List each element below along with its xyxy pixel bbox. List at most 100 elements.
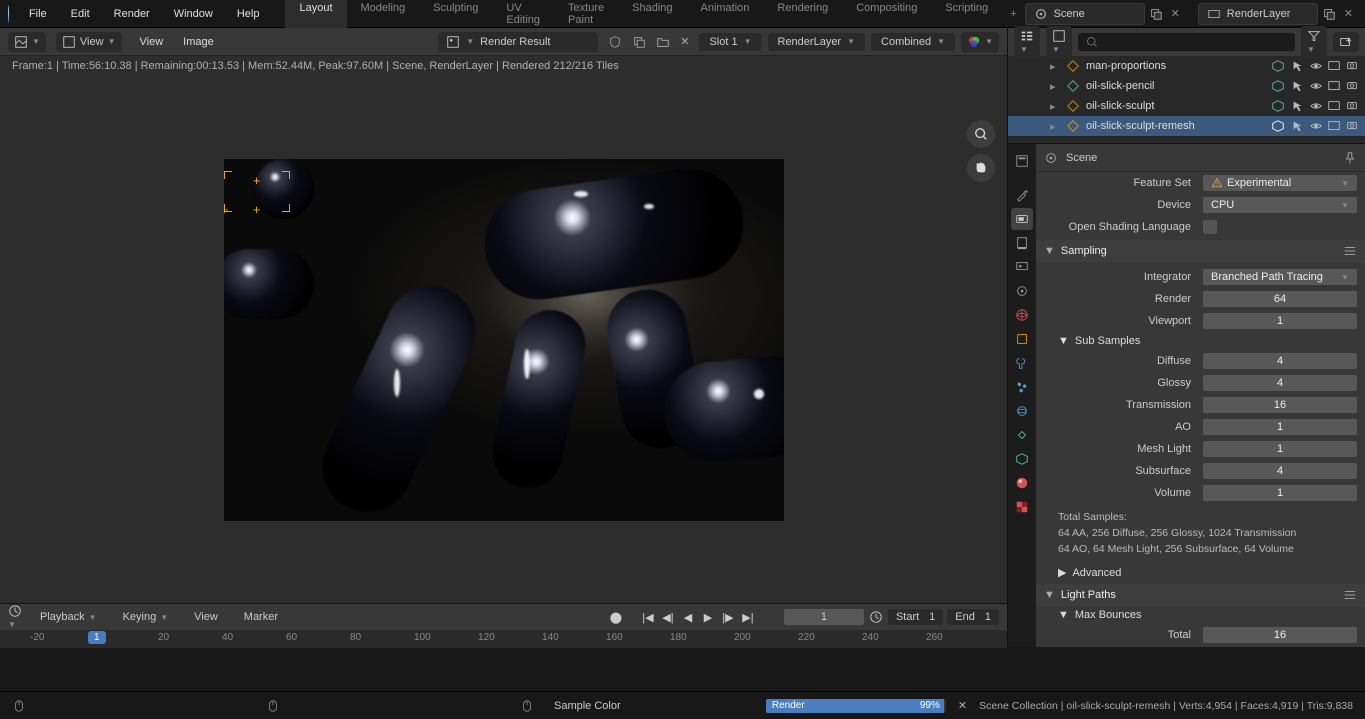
- blender-logo[interactable]: [8, 5, 9, 23]
- vp-menu-view[interactable]: View: [132, 33, 172, 51]
- prop-tab-physics[interactable]: [1011, 400, 1033, 422]
- workspace-tab-uv[interactable]: UV Editing: [492, 0, 554, 32]
- open-image-icon[interactable]: [656, 35, 670, 49]
- visibility-toggle-icon[interactable]: [1309, 59, 1323, 73]
- prop-tab-texture[interactable]: [1011, 496, 1033, 518]
- add-workspace-button[interactable]: +: [1002, 4, 1024, 24]
- playback-menu[interactable]: Playback▼: [32, 608, 105, 626]
- pin-icon[interactable]: [1343, 151, 1357, 165]
- diffuse-samples-field[interactable]: 4: [1203, 353, 1357, 369]
- object-name[interactable]: oil-slick-sculpt-remesh: [1086, 120, 1265, 132]
- scene-new-icon[interactable]: [1149, 7, 1163, 21]
- maxbounces-panel-header[interactable]: ▼Max Bounces: [1036, 606, 1365, 624]
- prop-tab-modifiers[interactable]: [1011, 352, 1033, 374]
- prop-tab-viewlayer[interactable]: [1011, 256, 1033, 278]
- zoom-gizmo[interactable]: [967, 120, 995, 148]
- selectable-toggle-icon[interactable]: [1291, 119, 1305, 133]
- scene-field[interactable]: Scene: [1025, 3, 1145, 25]
- editor-type-dropdown[interactable]: ▼: [8, 32, 46, 52]
- display-channels-dropdown[interactable]: ▼: [961, 32, 999, 52]
- device-dropdown[interactable]: CPU▼: [1203, 197, 1357, 213]
- workspace-tab-texture[interactable]: Texture Paint: [554, 0, 618, 32]
- unlink-image-button[interactable]: ✕: [680, 35, 689, 48]
- jump-start-button[interactable]: |◀: [640, 609, 656, 625]
- workspace-tab-shading[interactable]: Shading: [618, 0, 686, 32]
- render-samples-field[interactable]: 64: [1203, 291, 1357, 307]
- scene-delete-button[interactable]: ✕: [1167, 7, 1184, 20]
- preview-range-button[interactable]: [868, 609, 884, 625]
- visibility-toggle-icon[interactable]: [1309, 79, 1323, 93]
- outliner-row[interactable]: ▸ oil-slick-sculpt-remesh: [1008, 116, 1365, 136]
- workspace-tab-rendering[interactable]: Rendering: [763, 0, 842, 32]
- outliner-search-input[interactable]: [1078, 33, 1295, 51]
- outliner-display-mode-dropdown[interactable]: ▼: [1046, 26, 1072, 58]
- layer-delete-button[interactable]: ✕: [1340, 7, 1357, 20]
- integrator-dropdown[interactable]: Branched Path Tracing▼: [1203, 269, 1357, 285]
- viewport-samples-field[interactable]: 1: [1203, 313, 1357, 329]
- disclosure-triangle-icon[interactable]: ▸: [1050, 120, 1060, 133]
- playhead[interactable]: 1: [88, 631, 106, 644]
- render-toggle-icon[interactable]: [1345, 119, 1359, 133]
- play-button[interactable]: ▶: [700, 609, 716, 625]
- subsamples-panel-header[interactable]: ▼Sub Samples: [1036, 332, 1365, 350]
- prop-tab-world[interactable]: [1011, 304, 1033, 326]
- play-reverse-button[interactable]: ◀: [680, 609, 696, 625]
- outliner-filter-button[interactable]: ▼: [1301, 26, 1327, 58]
- menu-edit[interactable]: Edit: [61, 4, 100, 24]
- subsurface-samples-field[interactable]: 4: [1203, 463, 1357, 479]
- total-bounces-field[interactable]: 16: [1203, 627, 1357, 643]
- renderlayer-dropdown[interactable]: RenderLayer▼: [768, 33, 866, 51]
- workspace-tab-animation[interactable]: Animation: [687, 0, 764, 32]
- sampling-panel-header[interactable]: ▼Sampling: [1036, 240, 1365, 262]
- visibility-toggle-icon[interactable]: [1309, 119, 1323, 133]
- menu-file[interactable]: File: [19, 4, 57, 24]
- prop-tab-constraints[interactable]: [1011, 424, 1033, 446]
- viewlayer-field[interactable]: RenderLayer: [1198, 3, 1318, 25]
- scene-breadcrumb[interactable]: Scene: [1066, 152, 1097, 164]
- editor-type-dropdown[interactable]: [1011, 150, 1033, 172]
- viewport-toggle-icon[interactable]: [1327, 79, 1341, 93]
- transmission-samples-field[interactable]: 16: [1203, 397, 1357, 413]
- outliner-row[interactable]: ▸ oil-slick-pencil: [1008, 76, 1365, 96]
- lightpaths-panel-header[interactable]: ▼Light Paths: [1036, 584, 1365, 606]
- ao-samples-field[interactable]: 1: [1203, 419, 1357, 435]
- end-frame-field[interactable]: End1: [947, 609, 999, 625]
- jump-end-button[interactable]: ▶|: [740, 609, 756, 625]
- prop-tab-scene[interactable]: [1011, 280, 1033, 302]
- timeline-ruler[interactable]: -20 1 20 40 60 80 100 120 140 160 180 20…: [0, 630, 1007, 648]
- keying-menu[interactable]: Keying▼: [115, 608, 177, 626]
- glossy-samples-field[interactable]: 4: [1203, 375, 1357, 391]
- current-frame-field[interactable]: 1: [784, 609, 864, 625]
- disclosure-triangle-icon[interactable]: ▸: [1050, 80, 1060, 93]
- jump-prev-key-button[interactable]: ◀|: [660, 609, 676, 625]
- start-frame-field[interactable]: Start1: [888, 609, 943, 625]
- pan-gizmo[interactable]: [967, 154, 995, 182]
- image-datablock-field[interactable]: ▼ Render Result: [438, 32, 598, 52]
- preset-icon[interactable]: [1343, 588, 1357, 602]
- object-name[interactable]: oil-slick-pencil: [1086, 80, 1265, 92]
- timeline-marker-menu[interactable]: Marker: [236, 608, 286, 626]
- render-toggle-icon[interactable]: [1345, 59, 1359, 73]
- preset-icon[interactable]: [1343, 244, 1357, 258]
- outliner-row[interactable]: ▸ oil-slick-sculpt: [1008, 96, 1365, 116]
- prop-tab-material[interactable]: [1011, 472, 1033, 494]
- menu-render[interactable]: Render: [104, 4, 160, 24]
- selectable-toggle-icon[interactable]: [1291, 99, 1305, 113]
- meshlight-samples-field[interactable]: 1: [1203, 441, 1357, 457]
- pass-dropdown[interactable]: Combined▼: [871, 33, 955, 51]
- layer-new-icon[interactable]: [1322, 7, 1336, 21]
- timeline-view-menu[interactable]: View: [186, 608, 226, 626]
- viewport-toggle-icon[interactable]: [1327, 119, 1341, 133]
- outliner-editor-type-dropdown[interactable]: ▼: [1014, 26, 1040, 58]
- outliner-new-collection-button[interactable]: [1333, 32, 1359, 52]
- workspace-tab-modeling[interactable]: Modeling: [347, 0, 420, 32]
- new-image-icon[interactable]: [632, 35, 646, 49]
- prop-tab-output[interactable]: [1011, 232, 1033, 254]
- prop-tab-tool[interactable]: [1011, 184, 1033, 206]
- disclosure-triangle-icon[interactable]: ▸: [1050, 100, 1060, 113]
- prop-tab-render[interactable]: [1011, 208, 1033, 230]
- shield-icon[interactable]: [608, 35, 622, 49]
- outliner-row[interactable]: ▸ man-proportions: [1008, 56, 1365, 76]
- cancel-render-button[interactable]: ✕: [954, 699, 971, 712]
- visibility-toggle-icon[interactable]: [1309, 99, 1323, 113]
